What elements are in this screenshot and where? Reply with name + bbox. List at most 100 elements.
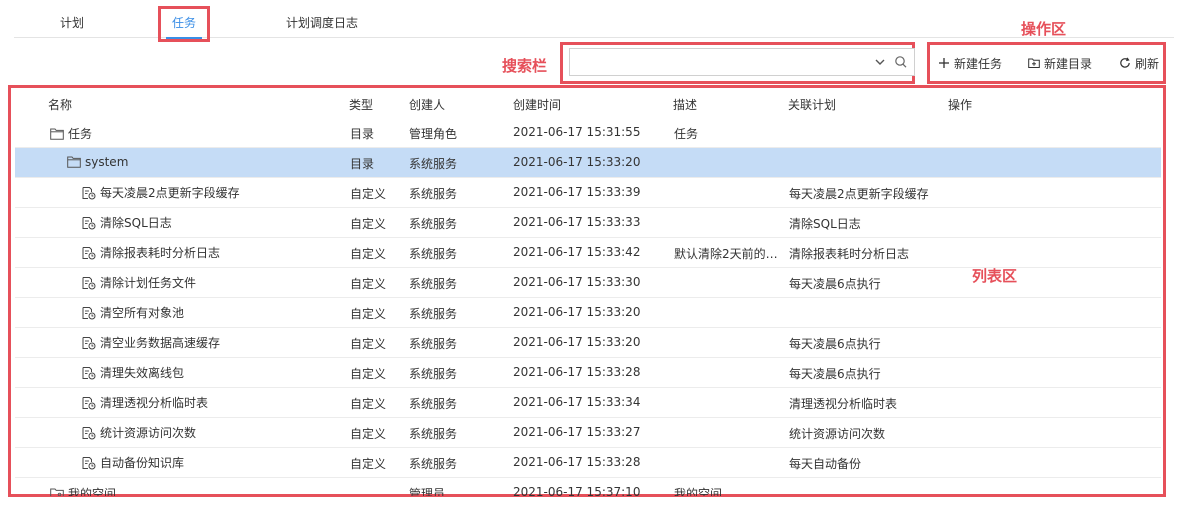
row-name-label: 清理透视分析临时表 — [100, 396, 209, 410]
name-cell[interactable]: 清除SQL日志 — [82, 214, 335, 231]
related-plan-cell: 清理透视分析临时表 — [789, 397, 898, 411]
type-cell: 目录 — [350, 157, 375, 171]
tab-highlight-box — [158, 6, 210, 42]
table-row[interactable]: 清除报表耗时分析日志 自定义 系统服务 2021-06-17 15:33:42 默认清除… — [15, 238, 1161, 268]
created-time-cell: 2021-06-17 15:33:30 — [513, 275, 641, 289]
table-row[interactable]: 任务 目录 管理角色 2021-06-17 15:31:55 任务 — [15, 118, 1161, 148]
search-annotation: 搜索栏 — [502, 57, 548, 75]
scheduled-task-icon — [82, 396, 96, 410]
name-cell[interactable]: 自动备份知识库 — [82, 454, 335, 471]
related-plan-cell: 每天自动备份 — [789, 457, 862, 471]
creator-cell: 管理员 — [409, 487, 446, 496]
user-folder-icon — [50, 488, 64, 496]
table-row[interactable]: 清空业务数据高速缓存 自定义 系统服务 2021-06-17 15:33:20 每天凌晨… — [15, 328, 1161, 358]
name-cell[interactable]: 清空业务数据高速缓存 — [82, 334, 335, 351]
related-plan-cell: 每天凌晨6点执行 — [789, 277, 881, 291]
created-time-cell: 2021-06-17 15:33:33 — [513, 215, 641, 229]
table-row[interactable]: 清空所有对象池 自定义 系统服务 2021-06-17 15:33:20 — [15, 298, 1161, 328]
name-cell[interactable]: 清除报表耗时分析日志 — [82, 244, 335, 261]
type-cell: 自定义 — [350, 367, 387, 381]
scheduled-task-icon — [82, 306, 96, 320]
row-name-label: system — [85, 155, 129, 169]
name-cell[interactable]: 清空所有对象池 — [82, 304, 335, 321]
row-name-label: 清除SQL日志 — [100, 216, 172, 230]
name-cell[interactable]: 清理失效离线包 — [82, 364, 335, 381]
folder-icon — [67, 156, 81, 168]
column-header-creator[interactable]: 创建人 — [409, 96, 445, 113]
creator-cell: 管理角色 — [409, 127, 458, 141]
column-header-created[interactable]: 创建时间 — [513, 96, 561, 113]
table-row[interactable]: 清理透视分析临时表 自定义 系统服务 2021-06-17 15:33:34 清理透视分… — [15, 388, 1161, 418]
type-cell: 自定义 — [350, 427, 387, 441]
name-cell[interactable]: 每天凌晨2点更新字段缓存 — [82, 184, 335, 201]
creator-cell: 系统服务 — [409, 247, 458, 261]
type-cell: 目录 — [350, 127, 375, 141]
type-cell: 自定义 — [350, 397, 387, 411]
scheduled-task-icon — [82, 336, 96, 350]
table-row[interactable]: 我的空间 管理员 2021-06-17 15:37:10 我的空间 — [15, 478, 1161, 496]
created-time-cell: 2021-06-17 15:33:20 — [513, 155, 641, 169]
table-row[interactable]: 自动备份知识库 自定义 系统服务 2021-06-17 15:33:28 每天自动备份 — [15, 448, 1161, 478]
created-time-cell: 2021-06-17 15:31:55 — [513, 125, 641, 139]
created-time-cell: 2021-06-17 15:33:27 — [513, 425, 641, 439]
related-plan-cell: 清除报表耗时分析日志 — [789, 247, 910, 261]
created-time-cell: 2021-06-17 15:37:10 — [513, 485, 641, 496]
table-row[interactable]: system 目录 系统服务 2021-06-17 15:33:20 — [15, 148, 1161, 178]
tab-plan[interactable]: 计划 — [60, 14, 84, 34]
type-cell: 自定义 — [350, 457, 387, 471]
column-header-name[interactable]: 名称 — [48, 96, 72, 113]
new-task-button[interactable]: 新建任务 — [938, 54, 1002, 72]
task-table: 名称 类型 创建人 创建时间 描述 关联计划 操作 任务 目录 管理角色 2021-0… — [15, 88, 1161, 496]
scheduled-task-icon — [82, 426, 96, 440]
table-row[interactable]: 每天凌晨2点更新字段缓存 自定义 系统服务 2021-06-17 15:33:39 每天… — [15, 178, 1161, 208]
scheduled-task-icon — [82, 246, 96, 260]
description-cell: 我的空间 — [674, 487, 723, 496]
type-cell: 自定义 — [350, 277, 387, 291]
search-icon[interactable] — [894, 54, 908, 70]
column-header-description[interactable]: 描述 — [673, 96, 697, 113]
table-row[interactable]: 清除SQL日志 自定义 系统服务 2021-06-17 15:33:33 清除SQL日志 — [15, 208, 1161, 238]
related-plan-cell: 每天凌晨6点执行 — [789, 367, 881, 381]
scheduled-task-icon — [82, 186, 96, 200]
column-header-actions: 操作 — [948, 98, 973, 112]
created-time-cell: 2021-06-17 15:33:39 — [513, 185, 641, 199]
created-time-cell: 2021-06-17 15:33:20 — [513, 305, 641, 319]
row-name-label: 我的空间 — [68, 487, 117, 496]
refresh-button[interactable]: 刷新 — [1119, 54, 1159, 72]
scheduled-task-icon — [82, 366, 96, 380]
row-name-label: 自动备份知识库 — [100, 456, 185, 470]
column-header-plan[interactable]: 关联计划 — [788, 96, 836, 113]
type-cell: 自定义 — [350, 187, 387, 201]
tab-schedule-log[interactable]: 计划调度日志 — [286, 14, 358, 34]
new-directory-label: 新建目录 — [1044, 56, 1093, 71]
scheduled-task-icon — [82, 456, 96, 470]
created-time-cell: 2021-06-17 15:33:20 — [513, 335, 641, 349]
row-name-label: 每天凌晨2点更新字段缓存 — [100, 186, 240, 200]
row-name-label: 清理失效离线包 — [100, 366, 185, 380]
name-cell[interactable]: 清除计划任务文件 — [82, 274, 335, 291]
table-row[interactable]: 清除计划任务文件 自定义 系统服务 2021-06-17 15:33:30 每天凌晨6点… — [15, 268, 1161, 298]
table-row[interactable]: 清理失效离线包 自定义 系统服务 2021-06-17 15:33:28 每天凌晨6点执… — [15, 358, 1161, 388]
name-cell[interactable]: 我的空间 — [50, 485, 335, 496]
row-name-label: 清除计划任务文件 — [100, 276, 197, 290]
row-name-label: 清空所有对象池 — [100, 306, 185, 320]
column-header-type[interactable]: 类型 — [349, 96, 373, 113]
new-directory-button[interactable]: 新建目录 — [1028, 54, 1092, 72]
row-name-label: 清空业务数据高速缓存 — [100, 336, 221, 350]
chevron-down-icon[interactable] — [873, 54, 887, 70]
related-plan-cell: 清除SQL日志 — [789, 217, 861, 231]
name-cell[interactable]: 任务 — [50, 125, 335, 142]
description-cell: 任务 — [674, 127, 699, 141]
plus-icon — [939, 58, 949, 68]
refresh-icon — [1120, 57, 1130, 68]
search-input[interactable] — [576, 53, 866, 71]
creator-cell: 系统服务 — [409, 217, 458, 231]
name-cell[interactable]: system — [67, 155, 335, 169]
created-time-cell: 2021-06-17 15:33:28 — [513, 455, 641, 469]
table-row[interactable]: 统计资源访问次数 自定义 系统服务 2021-06-17 15:33:27 统计资源访问… — [15, 418, 1161, 448]
related-plan-cell: 每天凌晨2点更新字段缓存 — [789, 187, 929, 201]
name-cell[interactable]: 清理透视分析临时表 — [82, 394, 335, 411]
folder-icon — [50, 128, 64, 140]
creator-cell: 系统服务 — [409, 397, 458, 411]
name-cell[interactable]: 统计资源访问次数 — [82, 424, 335, 441]
